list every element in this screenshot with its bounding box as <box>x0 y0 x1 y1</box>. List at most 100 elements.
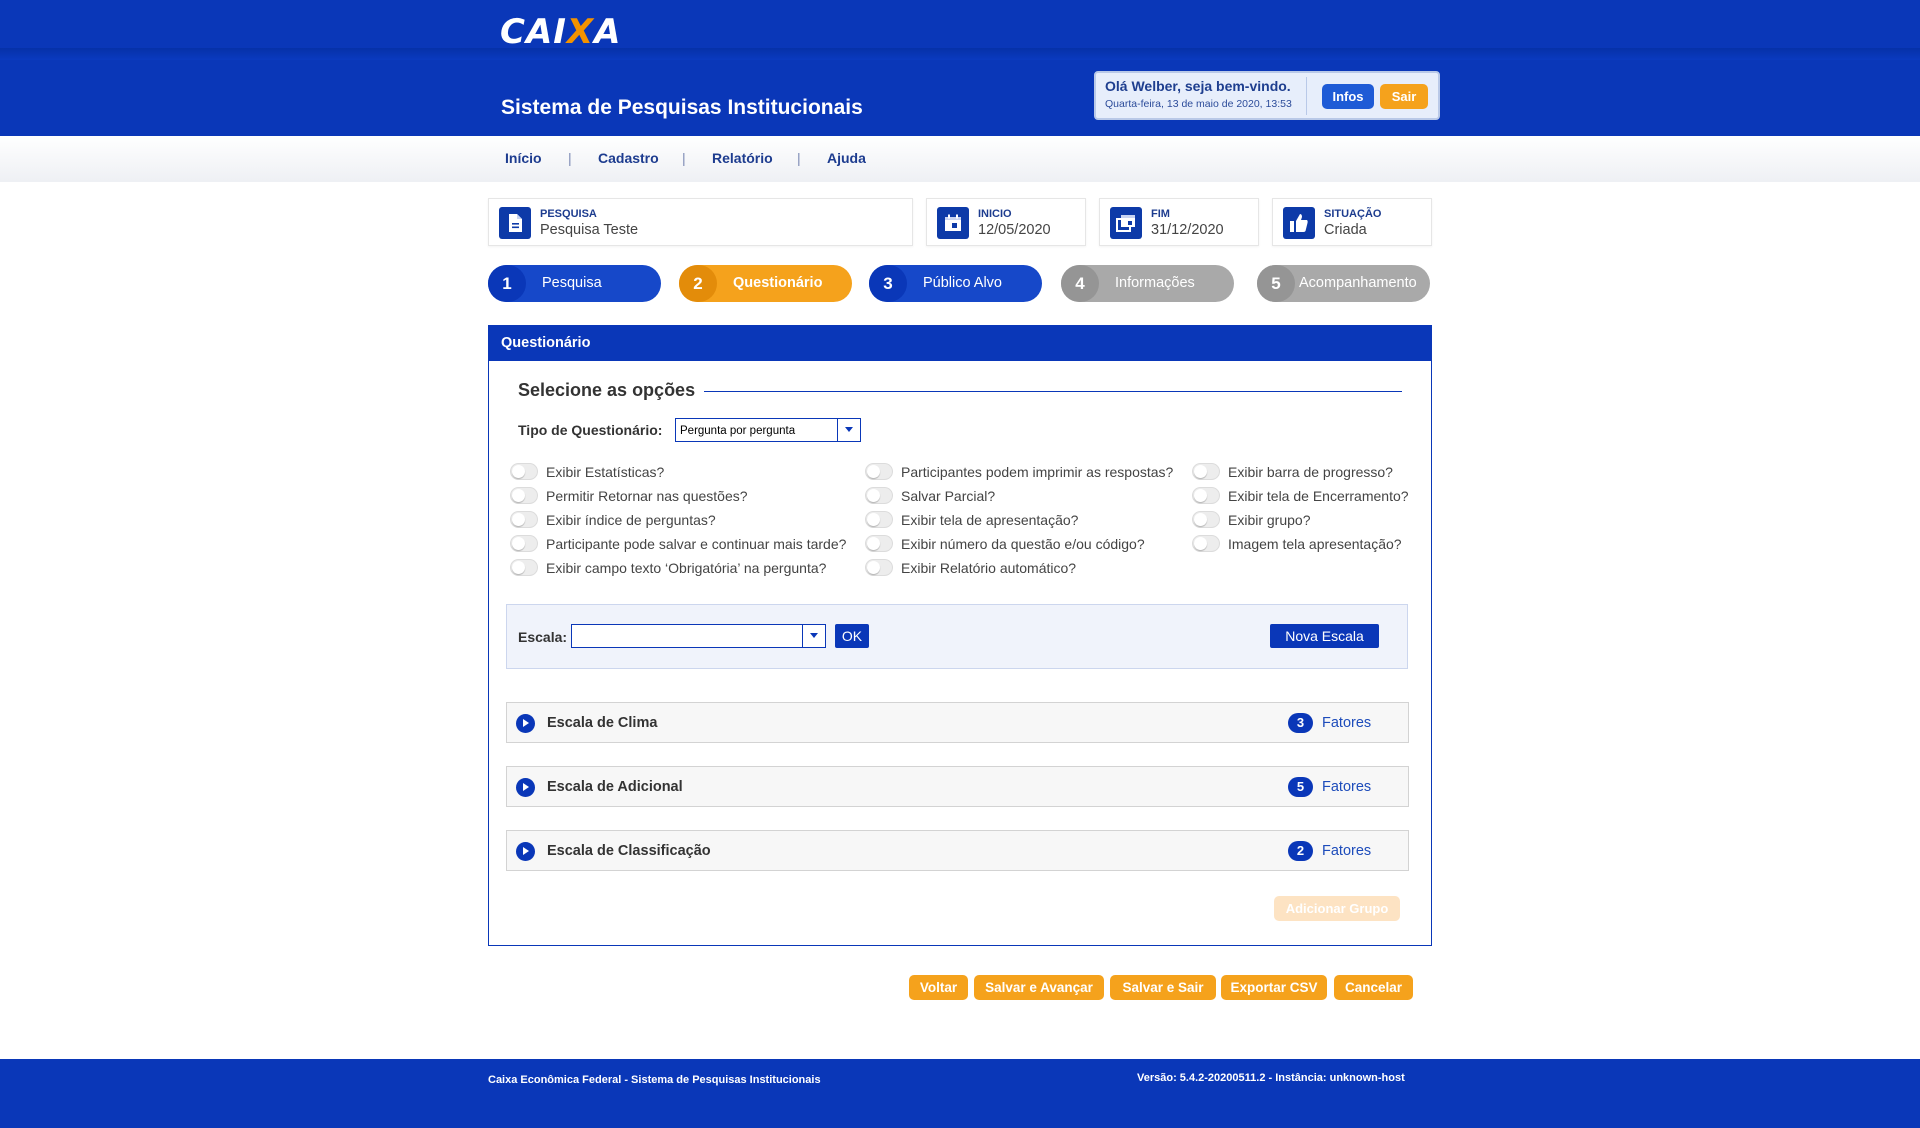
toggle-switch[interactable] <box>865 487 893 504</box>
scale-accordion-adicional[interactable]: Escala de Adicional 5 Fatores <box>506 766 1409 807</box>
step-number: 3 <box>869 265 907 302</box>
caixa-logo[interactable]: CAIXA <box>500 12 621 52</box>
option-label: Exibir grupo? <box>1228 512 1311 528</box>
expand-arrow-icon[interactable] <box>516 842 535 861</box>
info-label: PESQUISA <box>540 208 597 220</box>
nav-item-relatorio[interactable]: Relatório <box>712 150 773 166</box>
step-number: 5 <box>1257 265 1295 302</box>
tipo-questionario-value: Pergunta por pergunta <box>680 425 796 437</box>
info-label: FIM <box>1151 208 1170 220</box>
step-number: 4 <box>1061 265 1099 302</box>
tipo-questionario-select[interactable]: Pergunta por pergunta <box>675 418 861 442</box>
scale-title: Escala de Adicional <box>547 779 683 795</box>
toggle-switch[interactable] <box>510 511 538 528</box>
salvar-avancar-button[interactable]: Salvar e Avançar <box>974 975 1104 1000</box>
fatores-count-badge: 5 <box>1288 777 1313 797</box>
toggle-switch[interactable] <box>1192 535 1220 552</box>
toggle-switch[interactable] <box>865 559 893 576</box>
welcome-message: Olá Welber, seja bem-vindo. <box>1105 78 1291 94</box>
toggle-switch[interactable] <box>510 487 538 504</box>
escala-label: Escala: <box>518 629 568 645</box>
toggle-switch[interactable] <box>510 559 538 576</box>
chevron-down-icon[interactable] <box>837 419 860 441</box>
adicionar-grupo-button[interactable]: Adicionar Grupo <box>1274 896 1400 921</box>
nav-item-ajuda[interactable]: Ajuda <box>827 150 866 166</box>
step-acompanhamento[interactable]: 5 Acompanhamento <box>1257 265 1430 302</box>
scale-title: Escala de Classificação <box>547 843 711 859</box>
nav-separator: | <box>568 150 572 166</box>
step-label: Informações <box>1115 275 1195 291</box>
escala-select[interactable] <box>571 624 826 648</box>
expand-arrow-icon[interactable] <box>516 714 535 733</box>
step-number: 1 <box>488 265 526 302</box>
cancelar-button[interactable]: Cancelar <box>1334 975 1413 1000</box>
toggle-switch[interactable] <box>1192 463 1220 480</box>
nova-escala-button[interactable]: Nova Escala <box>1270 624 1379 648</box>
info-value: Pesquisa Teste <box>540 222 639 238</box>
info-card-fim: FIM 31/12/2020 <box>1099 198 1259 246</box>
step-label: Acompanhamento <box>1299 275 1417 291</box>
nav-separator: | <box>797 150 801 166</box>
fatores-count-badge: 2 <box>1288 841 1313 861</box>
info-value: Criada <box>1324 222 1367 238</box>
scale-accordion-clima[interactable]: Escala de Clima 3 Fatores <box>506 702 1409 743</box>
option-label: Participante pode salvar e continuar mai… <box>546 536 847 552</box>
toggle-switch[interactable] <box>1192 487 1220 504</box>
fatores-link[interactable]: Fatores <box>1322 779 1371 795</box>
salvar-sair-button[interactable]: Salvar e Sair <box>1110 975 1216 1000</box>
escala-box: Escala: OK Nova Escala <box>506 604 1408 669</box>
option-label: Exibir barra de progresso? <box>1228 464 1393 480</box>
sair-button[interactable]: Sair <box>1380 84 1428 109</box>
option-label: Exibir tela de Encerramento? <box>1228 488 1409 504</box>
tipo-questionario-label: Tipo de Questionário: <box>518 422 663 438</box>
info-value: 12/05/2020 <box>978 222 1051 238</box>
calendar-icon <box>937 207 969 239</box>
toggle-switch[interactable] <box>865 511 893 528</box>
info-card-situacao: SITUAÇÃO Criada <box>1272 198 1432 246</box>
step-label: Pesquisa <box>542 275 602 291</box>
toggle-switch[interactable] <box>1192 511 1220 528</box>
fatores-link[interactable]: Fatores <box>1322 843 1371 859</box>
step-pesquisa[interactable]: 1 Pesquisa <box>488 265 661 302</box>
scale-accordion-classificacao[interactable]: Escala de Classificação 2 Fatores <box>506 830 1409 871</box>
info-card-pesquisa: PESQUISA Pesquisa Teste <box>488 198 913 246</box>
toggle-switch[interactable] <box>865 535 893 552</box>
option-label: Exibir campo texto ‘Obrigatória’ na perg… <box>546 560 827 576</box>
document-icon <box>499 207 531 239</box>
option-label: Exibir índice de perguntas? <box>546 512 716 528</box>
chevron-down-icon[interactable] <box>802 625 825 647</box>
panel-header: Questionário <box>489 326 1431 361</box>
ok-button[interactable]: OK <box>835 624 869 648</box>
nav-separator: | <box>682 150 686 166</box>
toggle-switch[interactable] <box>865 463 893 480</box>
option-label: Imagem tela apresentação? <box>1228 536 1402 552</box>
step-label: Público Alvo <box>923 275 1002 291</box>
step-publico-alvo[interactable]: 3 Público Alvo <box>869 265 1042 302</box>
welcome-box: Olá Welber, seja bem-vindo. Quarta-feira… <box>1094 71 1440 120</box>
info-label: SITUAÇÃO <box>1324 208 1382 220</box>
option-label: Exibir Relatório automático? <box>901 560 1077 576</box>
thumbs-up-icon <box>1283 207 1315 239</box>
step-number: 2 <box>679 265 717 302</box>
footer: Caixa Econômica Federal - Sistema de Pes… <box>0 1059 1920 1128</box>
fatores-link[interactable]: Fatores <box>1322 715 1371 731</box>
step-questionario[interactable]: 2 Questionário <box>679 265 852 302</box>
section-divider <box>704 391 1402 392</box>
toggle-switch[interactable] <box>510 463 538 480</box>
nav-item-inicio[interactable]: Início <box>505 150 542 166</box>
infos-button[interactable]: Infos <box>1322 84 1374 109</box>
option-label: Exibir tela de apresentação? <box>901 512 1079 528</box>
footer-version: Versão: 5.4.2-20200511.2 - Instância: un… <box>1137 1072 1405 1084</box>
toggle-switch[interactable] <box>510 535 538 552</box>
voltar-button[interactable]: Voltar <box>909 975 968 1000</box>
info-value: 31/12/2020 <box>1151 222 1224 238</box>
step-informacoes[interactable]: 4 Informações <box>1061 265 1234 302</box>
nav-item-cadastro[interactable]: Cadastro <box>598 150 659 166</box>
welcome-date: Quarta-feira, 13 de maio de 2020, 13:53 <box>1105 98 1292 110</box>
section-title: Selecione as opções <box>518 380 696 400</box>
app-title: Sistema de Pesquisas Institucionais <box>501 96 863 119</box>
header-strip <box>0 48 1920 60</box>
exportar-csv-button[interactable]: Exportar CSV <box>1221 975 1327 1000</box>
main-nav: Início | Cadastro | Relatório | Ajuda <box>0 136 1920 182</box>
expand-arrow-icon[interactable] <box>516 778 535 797</box>
